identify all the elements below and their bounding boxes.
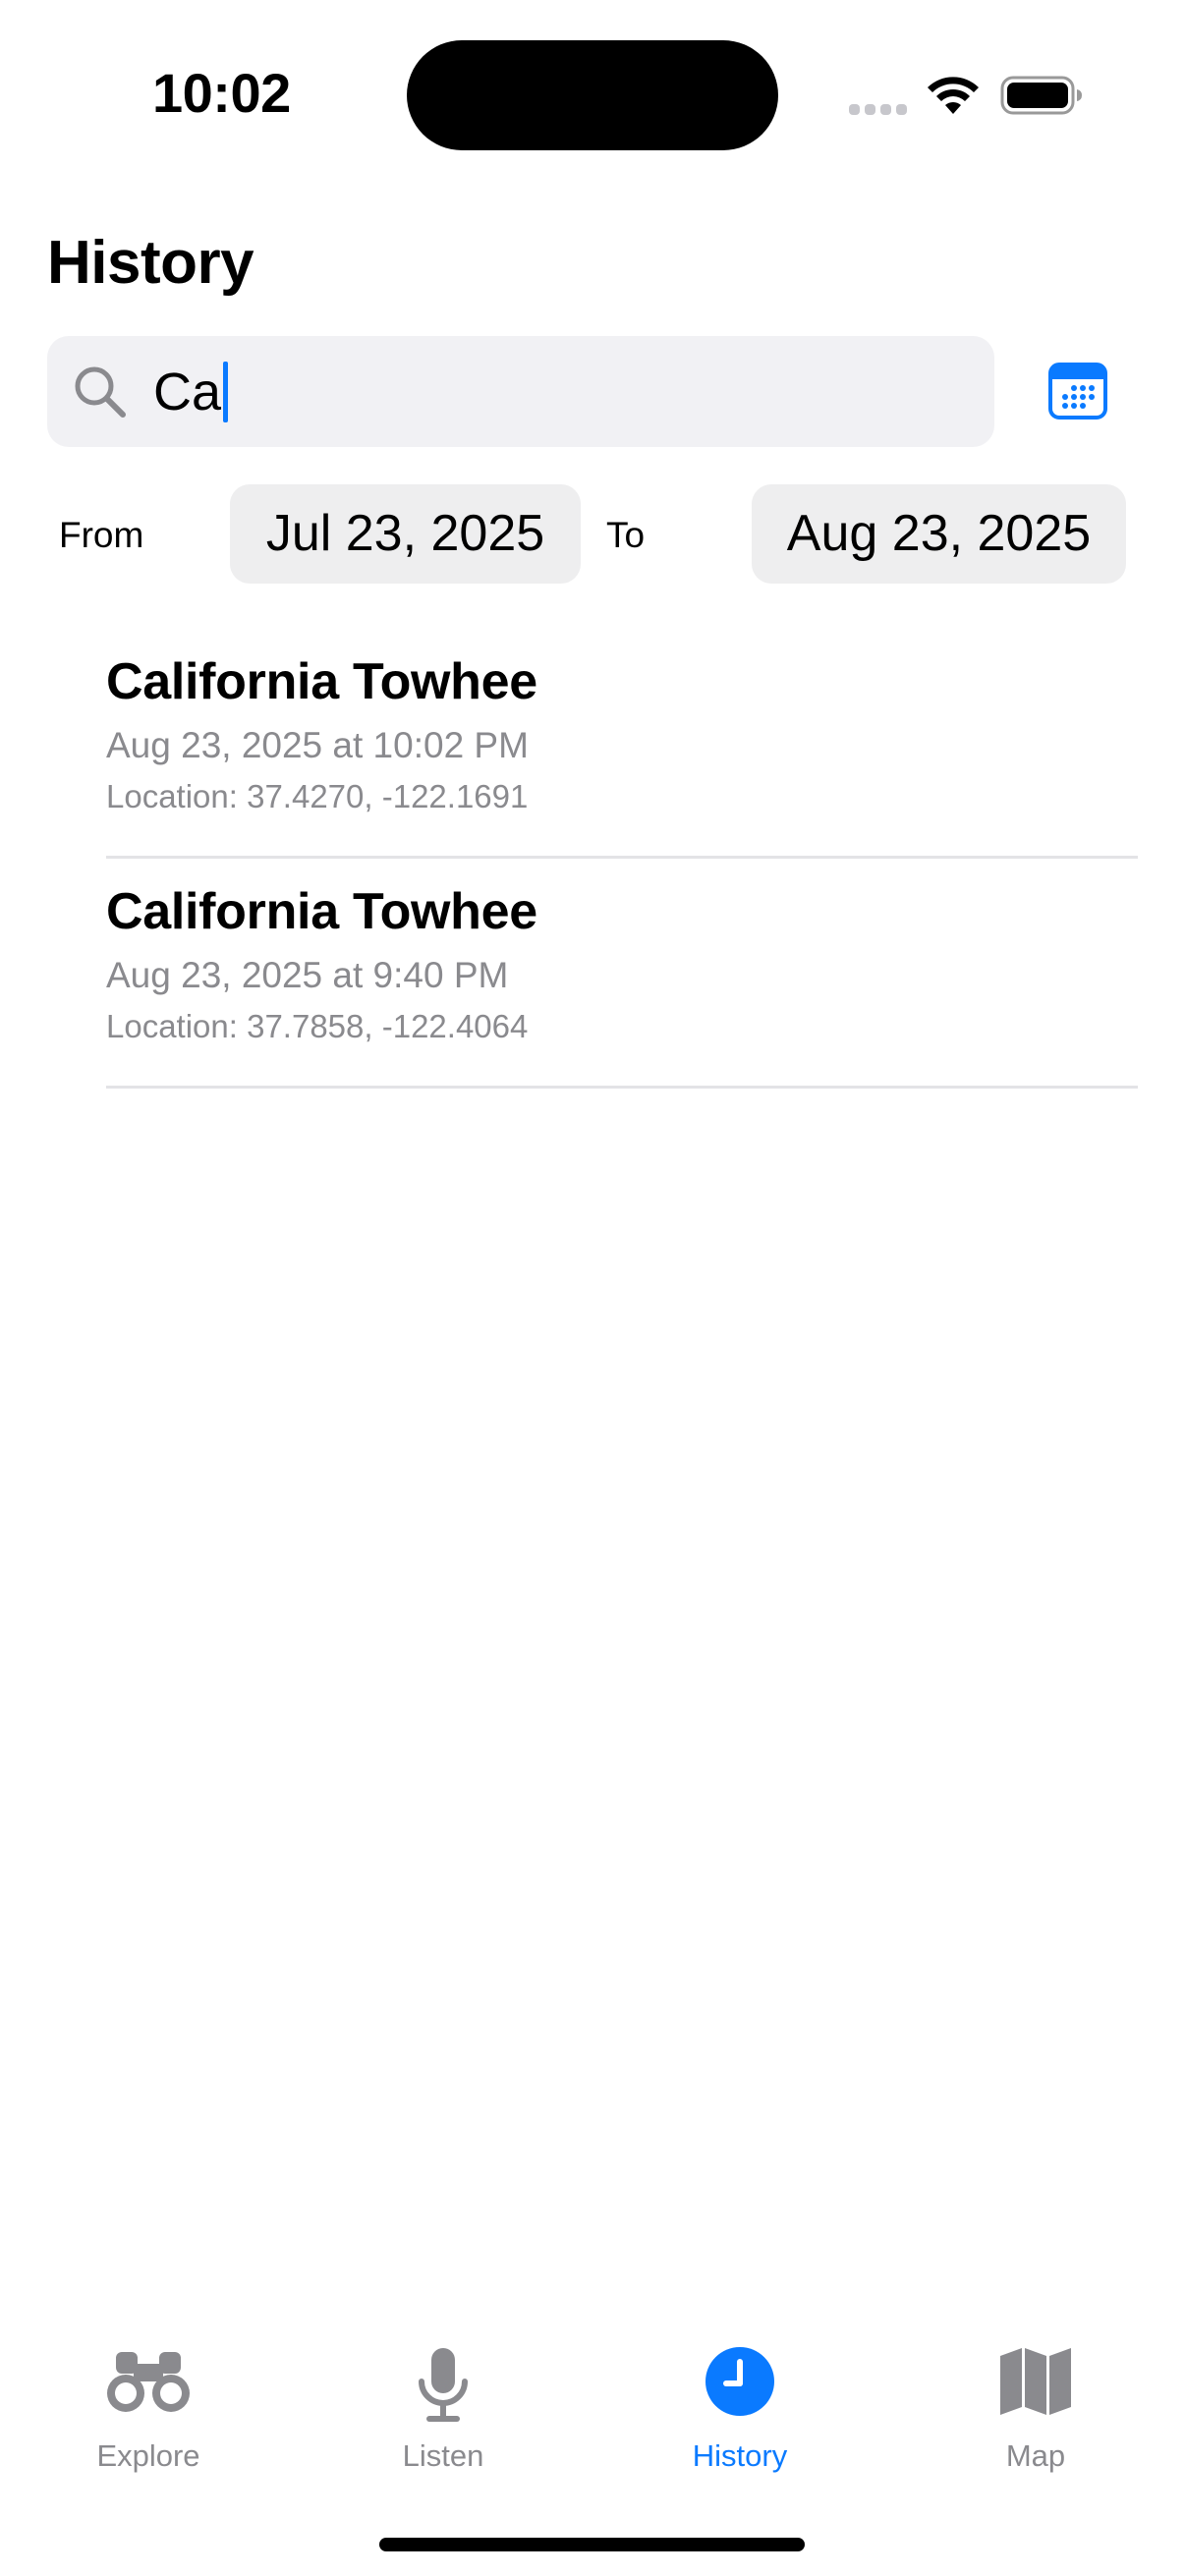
history-row-location: Location: 37.4270, -122.1691 bbox=[106, 778, 529, 814]
dynamic-island bbox=[407, 40, 778, 150]
to-date-picker[interactable]: Aug 23, 2025 bbox=[752, 484, 1126, 584]
tab-explore[interactable]: Explore bbox=[30, 2328, 266, 2486]
to-label: To bbox=[606, 515, 646, 555]
map-icon bbox=[1000, 2348, 1071, 2415]
tab-label: History bbox=[692, 2438, 788, 2473]
history-row-title: California Towhee bbox=[106, 653, 537, 710]
history-row-date: Aug 23, 2025 at 10:02 PM bbox=[106, 725, 529, 765]
from-label: From bbox=[59, 515, 144, 555]
tab-bar: Explore Listen History Map bbox=[0, 2328, 1185, 2486]
tab-history[interactable]: History bbox=[622, 2328, 858, 2486]
history-row-date: Aug 23, 2025 at 9:40 PM bbox=[106, 955, 509, 995]
clock-icon bbox=[705, 2347, 774, 2416]
history-list: California Towhee Aug 23, 2025 at 10:02 … bbox=[106, 629, 1138, 1089]
history-row-location: Location: 37.7858, -122.4064 bbox=[106, 1008, 529, 1044]
history-row[interactable]: California Towhee Aug 23, 2025 at 10:02 … bbox=[106, 629, 1138, 859]
status-time: 10:02 bbox=[152, 62, 291, 124]
tab-map[interactable]: Map bbox=[918, 2328, 1154, 2486]
text-cursor bbox=[223, 362, 229, 422]
wifi-icon bbox=[928, 77, 979, 114]
search-input[interactable]: Ca bbox=[153, 362, 229, 422]
page-title: History bbox=[47, 229, 254, 297]
tab-listen[interactable]: Listen bbox=[325, 2328, 561, 2486]
search-icon bbox=[75, 366, 126, 418]
home-indicator[interactable] bbox=[379, 2538, 805, 2551]
tab-label: Map bbox=[1005, 2438, 1066, 2473]
search-input-value: Ca bbox=[153, 363, 222, 421]
microphone-icon bbox=[419, 2348, 468, 2422]
tab-label: Explore bbox=[96, 2438, 200, 2473]
tab-label: Listen bbox=[402, 2438, 484, 2473]
battery-icon bbox=[1000, 76, 1082, 115]
binoculars-icon bbox=[107, 2352, 190, 2412]
history-row-title: California Towhee bbox=[106, 883, 537, 940]
from-date-picker[interactable]: Jul 23, 2025 bbox=[230, 484, 581, 584]
history-row[interactable]: California Towhee Aug 23, 2025 at 9:40 P… bbox=[106, 859, 1138, 1089]
cellular-signal-icon bbox=[849, 104, 907, 115]
calendar-icon[interactable] bbox=[1047, 362, 1108, 420]
search-bar[interactable]: Ca bbox=[47, 336, 994, 447]
